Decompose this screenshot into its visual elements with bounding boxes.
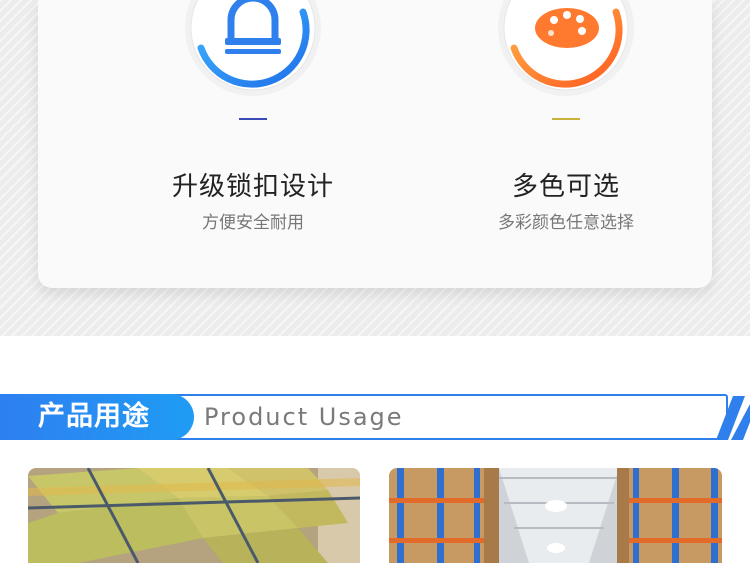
warehouse-shelves-photo <box>389 468 722 563</box>
feature-title: 多色可选 <box>511 172 620 202</box>
feature-subtitle: 方便安全耐用 <box>202 213 304 233</box>
lock-buckle-icon <box>123 0 383 120</box>
product-usage-header: 产品用途 Product Usage <box>0 394 750 442</box>
feature-divider <box>239 118 267 120</box>
feature-title: 升级锁扣设计 <box>171 172 334 202</box>
feature-subtitle: 多彩颜色任意选择 <box>498 213 634 233</box>
feature-multi-color: 多色可选 多彩颜色任意选择 <box>436 0 696 233</box>
wrapped-bales-photo <box>28 468 360 563</box>
feature-card: 升级锁扣设计 方便安全耐用 多色可选 多彩颜色任意选择 <box>38 0 712 288</box>
color-palette-icon <box>436 0 696 120</box>
stripe-decoration <box>716 396 750 440</box>
feature-lock-design: 升级锁扣设计 方便安全耐用 <box>123 0 383 233</box>
feature-divider <box>552 118 580 120</box>
